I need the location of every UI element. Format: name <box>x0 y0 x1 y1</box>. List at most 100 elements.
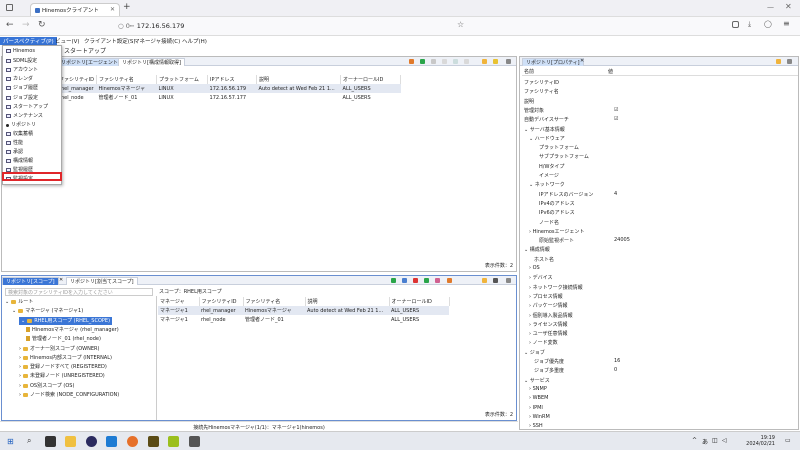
minimize-icon[interactable]: — <box>767 3 774 11</box>
tree-node[interactable]: › OS別スコープ (OS) <box>19 382 74 390</box>
property-row[interactable]: IPv6のアドレス <box>520 209 792 217</box>
dropdown-item[interactable]: 収集蓄積 <box>6 130 33 138</box>
scope-refresh-icon[interactable] <box>447 278 452 283</box>
dropdown-item[interactable]: Hinemos <box>6 48 35 56</box>
tab-repository-agent[interactable]: リポジトリ[エージェント] <box>57 58 124 66</box>
menu-help[interactable]: ヘルプ(H) <box>182 37 207 45</box>
property-row[interactable]: › 個別導入製品情報 <box>520 312 792 320</box>
account-icon[interactable]: ◯ <box>764 20 772 28</box>
col-facility-name[interactable]: ファシリティ名 <box>96 75 158 84</box>
expand-icon[interactable]: › <box>19 383 21 389</box>
scope-edit-icon[interactable] <box>402 278 407 283</box>
tree-node[interactable]: Hinemosマネージャ (rhel_manager) <box>26 326 119 334</box>
facility-search-input[interactable]: 検索対象のファシリティIDを入力してください <box>5 288 153 296</box>
col-platform[interactable]: プラットフォーム <box>156 75 209 84</box>
property-row[interactable]: ジョブ多重度 0 <box>520 367 792 375</box>
col-manager[interactable]: マネージャ <box>158 297 200 306</box>
new-tab-button[interactable]: + <box>123 2 131 12</box>
downloads-icon[interactable]: ⤓ <box>748 20 751 29</box>
property-row[interactable]: › OS <box>520 265 792 273</box>
property-row[interactable]: 説明 <box>520 98 792 106</box>
property-row[interactable]: ファシリティ名 <box>520 88 792 96</box>
search-icon[interactable] <box>482 59 487 64</box>
browser-tab[interactable]: Hinemosクライアント ✕ <box>30 3 120 16</box>
tree-node[interactable]: ⌄ ルート <box>5 298 33 306</box>
expand-icon[interactable]: › <box>19 373 21 379</box>
property-row[interactable]: › パッケージ情報 <box>520 302 792 310</box>
property-row[interactable]: ファシリティID <box>520 79 792 87</box>
property-row[interactable]: › ユーザ任意情報 <box>520 330 792 338</box>
tree-node[interactable]: › オーナー別スコープ (OWNER) <box>19 345 99 353</box>
refresh-icon[interactable] <box>409 59 414 64</box>
copy-icon[interactable] <box>453 59 458 64</box>
scope-menu-icon[interactable] <box>506 278 511 283</box>
delete-icon[interactable] <box>442 59 447 64</box>
property-row[interactable]: › WinRM <box>520 414 792 422</box>
clock[interactable]: 19:19 2024/02/21 <box>745 435 775 447</box>
expand-icon[interactable]: ⌄ <box>21 318 25 324</box>
property-row[interactable]: › ノード変数 <box>520 339 792 347</box>
firefox-icon[interactable] <box>127 436 138 447</box>
close-tab-icon[interactable]: ✕ <box>110 6 115 13</box>
splitter[interactable] <box>156 296 157 420</box>
menu-icon[interactable]: ≡ <box>783 19 790 28</box>
edit-icon[interactable] <box>431 59 436 64</box>
property-row[interactable]: ⌄ サービス <box>520 377 792 385</box>
tab-repository-scope[interactable]: リポジトリ[スコープ] <box>2 277 59 285</box>
menu-manager-connect[interactable]: マネージャ接続(C) <box>134 37 180 45</box>
vscode-icon[interactable] <box>106 436 117 447</box>
expand-icon[interactable]: › <box>19 392 21 398</box>
network-icon[interactable]: ◫ <box>712 437 718 444</box>
dropdown-item[interactable]: スタートアップ <box>6 103 48 111</box>
filter-icon[interactable] <box>493 59 498 64</box>
bookmark-star-icon[interactable]: ☆ <box>457 20 464 29</box>
property-row[interactable]: ⌄ ネットワーク <box>520 181 792 189</box>
terminal-icon[interactable] <box>86 436 97 447</box>
window-close-icon[interactable]: ✕ <box>785 2 792 11</box>
property-row[interactable]: 原始監視ポート 24005 <box>520 237 792 245</box>
pin-icon[interactable] <box>776 59 781 64</box>
search-taskbar-icon[interactable]: ⌕ <box>27 436 31 446</box>
reload-icon[interactable]: ↻ <box>38 20 46 30</box>
expand-icon[interactable]: › <box>19 355 21 361</box>
property-row[interactable]: › ネットワーク接続情報 <box>520 284 792 292</box>
scope-search-icon[interactable] <box>482 278 487 283</box>
property-row[interactable]: › ライセンス情報 <box>520 321 792 329</box>
app-icon-1[interactable] <box>148 436 159 447</box>
close-scope-tab-icon[interactable]: ✕ <box>59 277 63 283</box>
property-row[interactable]: › Hinemosエージェント <box>520 228 792 236</box>
expand-icon[interactable]: ⌄ <box>12 308 16 314</box>
forward-icon[interactable]: → <box>22 20 30 30</box>
tree-node[interactable]: › Hinemos内部スコープ (INTERNAL) <box>19 354 112 362</box>
add-icon[interactable] <box>420 59 425 64</box>
dropdown-item[interactable]: 構成情報 <box>6 157 33 165</box>
table-row[interactable]: rhel_manager Hinemosマネージャ LINUX 172.16.5… <box>57 84 401 93</box>
ime-indicator[interactable]: あ <box>702 437 708 446</box>
property-row[interactable]: › SNMP <box>520 386 792 394</box>
view-menu-icon[interactable] <box>506 59 511 64</box>
property-row[interactable]: 管理対象 ☑ <box>520 107 792 115</box>
tab-assigned-scope[interactable]: リポジトリ[割当てスコープ] <box>66 277 138 285</box>
windows-start-icon[interactable]: ⊞ <box>7 437 14 446</box>
dropdown-item[interactable]: 性能 <box>6 139 23 147</box>
menu-client-settings[interactable]: クライアント設定(S) <box>84 37 136 45</box>
menu-view[interactable]: ビュー(V) <box>55 37 80 45</box>
tree-node[interactable]: › 未登録ノード (UNREGISTERED) <box>19 372 105 380</box>
property-row[interactable]: ノード名 <box>520 219 792 227</box>
dropdown-item[interactable]: ジョブ設定 <box>6 94 38 102</box>
tab-repository-config[interactable]: リポジトリ[構成情報取得] <box>118 58 185 66</box>
expand-icon[interactable]: ⌄ <box>5 299 9 305</box>
tree-node[interactable]: ⌄ マネージャ (マネージャ1) <box>12 307 83 315</box>
property-row[interactable]: 自動デバイスサーチ ☑ <box>520 116 792 124</box>
scope-release-icon[interactable] <box>435 278 440 283</box>
property-row[interactable]: ジョブ優先度 16 <box>520 358 792 366</box>
property-row[interactable]: H/Wタイプ <box>520 163 792 171</box>
expand-icon[interactable]: › <box>19 364 21 370</box>
dropdown-item[interactable]: 承認 <box>6 148 23 156</box>
property-row[interactable]: ⌄ 構成情報 <box>520 246 792 254</box>
property-row[interactable]: › SSH <box>520 423 792 431</box>
tab-repository-properties[interactable]: リポジトリ[プロパティ] <box>522 58 584 66</box>
table-row[interactable]: マネージャ1 rhel_manager Hinemosマネージャ Auto de… <box>158 306 449 315</box>
table-row[interactable]: マネージャ1 rhel_node 管理者ノード_01 ALL_USERS <box>158 315 449 324</box>
menu-perspective[interactable]: パースペクティブ(P) <box>0 37 57 45</box>
